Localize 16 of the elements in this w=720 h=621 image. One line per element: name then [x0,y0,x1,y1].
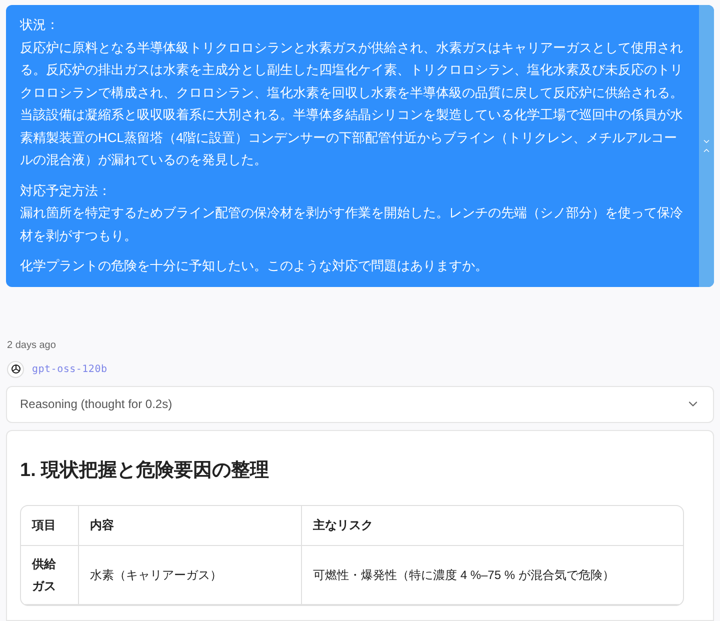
reasoning-toggle[interactable]: Reasoning (thought for 0.2s) [6,386,714,422]
table-cell: 可燃性・爆発性（特に濃度 4 %–75 % が混合気で危険） [301,546,683,604]
column-header: 主なリスク [301,506,683,544]
scrollbar[interactable] [699,5,714,286]
table-cell-text: 供給ガス [30,556,57,594]
message-text: 当該設備は凝縮系と吸収吸着系に大別される。半導体多結晶シリコンを製造している化学工場で巡回中の係員が水素精製装置のHCL蒸留塔（4階に設置）コンデンサーの下部配管付近からブライン（トリクレン、メチルアルコールの混合液）が漏れているのを発見した。 [20,106,684,169]
timestamp: 2 days ago [7,338,57,352]
column-header: 項目 [30,517,57,534]
message-text: 反応炉に原料となる半導体級トリクロロシランと水素ガスが供給され、水素ガスはキャリアーガスとして使用される。反応炉の排出ガスは水素を主成分とし副生した四塩化ケイ素、トリクロロシラン、塩化水素及び未反応のトリクロロシランで構成され、クロロシラン、塩化水素を回収し水素を半導体級の品質に戻して反応炉に供給される。 [20,38,684,102]
message-text: 対応予定方法： [20,182,112,200]
message-text: 漏れ箇所を特定するためブライン配管の保冷材を剥がす作業を開始した。レンチの先端（シノ部分）を使って保冷材を剥がすつもり。 [20,204,684,244]
column-header: 内容 [78,506,301,544]
table-cell: 水素（キャリアーガス） [78,546,301,604]
message-text: 化学プラントの危険を十分に予知したい。このような対応で問題はありますか。 [20,257,489,275]
message-text: 状況： [20,16,60,34]
answer-heading: 1. 現状把握と危険要因の整理 [20,458,270,482]
